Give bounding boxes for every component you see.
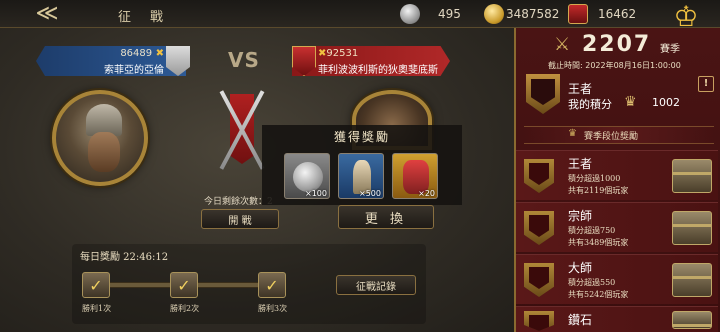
vs-label: VS (228, 48, 260, 72)
reward-item-knight[interactable]: ×20 (392, 153, 438, 199)
my-points: 1002 (652, 96, 680, 109)
tier-requirement: 積分超過750 (568, 226, 616, 235)
season-label: 賽季 (660, 44, 680, 55)
cup-icon: ♛ (568, 128, 577, 139)
check-icon: ✓ (89, 275, 103, 295)
tier-badge-icon (524, 211, 554, 245)
my-points-label: 我的積分 (568, 98, 612, 111)
check-icon: ✓ (177, 275, 191, 295)
popup-title: 獲得獎勵 (333, 130, 390, 144)
check-icon: ✓ (265, 275, 279, 295)
reward-chest-icon[interactable] (672, 263, 712, 297)
tier-row[interactable]: 鑽石 (516, 306, 718, 332)
reward-qty: ×100 (305, 189, 327, 198)
tier-name: 大師 (568, 261, 593, 275)
season-deadline: 截止時間: 2022年08月16日1:00:00 (548, 61, 681, 70)
tier-player-count: 共有5242個玩家 (568, 290, 629, 299)
change-opponent-button[interactable]: 更 換 (338, 205, 434, 229)
reward-chest-icon[interactable] (672, 159, 712, 193)
back-button[interactable]: ≪ (30, 0, 64, 26)
tier-name: 鑽石 (568, 313, 593, 327)
badge-resource: 16462 (568, 3, 636, 25)
reward-chest-icon[interactable] (672, 211, 712, 245)
tier-name: 宗師 (568, 209, 593, 223)
reward-item-silver-coin[interactable]: ×100 (284, 153, 330, 199)
daily-chest-3[interactable]: ✓ (258, 272, 286, 298)
tier-row[interactable]: 大師 積分超過550 共有5242個玩家 (516, 254, 718, 304)
reward-popup: 獲得獎勵 ×100 ×500 ×20 (262, 125, 462, 205)
gold-coin-icon (484, 4, 504, 24)
tier-row[interactable]: 宗師 積分超過750 共有3489個玩家 (516, 202, 718, 252)
current-rank: 王者 (568, 82, 593, 96)
daily-chest-1[interactable]: ✓ (82, 272, 110, 298)
season-points: 2207 (582, 32, 652, 57)
tier-player-count: 共有3489個玩家 (568, 238, 629, 247)
player-right-name: 菲利波波利斯的狄奧斐底斯 (318, 65, 438, 76)
silver-resource: 495 (400, 3, 461, 25)
player-right-score: ✖92531 (318, 48, 359, 59)
face-shape (88, 132, 120, 172)
daily-reward-title: 每日獎勵 22:46:12 (80, 252, 169, 263)
gold-value: 3487582 (506, 7, 560, 21)
back-arrow-icon: ≪ (35, 0, 59, 26)
reward-qty: ×20 (418, 189, 435, 198)
trophy-icon: ♛ (624, 94, 637, 110)
battle-record-button[interactable]: 征戰記錄 (336, 275, 416, 295)
battle-button[interactable]: 開 戰 (201, 209, 279, 229)
reward-item-soldier[interactable]: ×500 (338, 153, 384, 199)
section-title: 賽季段位獎勵 (584, 132, 639, 142)
tier-badge-icon (524, 159, 554, 193)
silver-coin-icon (400, 4, 420, 24)
tier-name: 王者 (568, 157, 593, 171)
player-left-banner: 86489 ✖ 索菲亞的亞倫 (36, 46, 186, 76)
player-left-portrait (52, 90, 148, 186)
tier-player-count: 共有2119個玩家 (568, 186, 629, 195)
tier-requirement: 積分超過1000 (568, 174, 621, 183)
crossed-swords-icon: ✖ (152, 48, 164, 59)
chest-label: 勝利3次 (258, 304, 288, 313)
rank-badge-icon (568, 4, 588, 24)
reward-qty: ×500 (359, 189, 381, 198)
silver-coin-icon (293, 162, 323, 192)
silver-value: 495 (438, 7, 461, 21)
chest-label: 勝利1次 (82, 304, 112, 313)
crossed-swords-icon: ⚔ (554, 34, 571, 55)
player-left-score: 86489 ✖ (120, 48, 164, 59)
daily-chest-2[interactable]: ✓ (170, 272, 198, 298)
page-title: 征 戰 (118, 10, 167, 25)
reward-chest-icon[interactable] (672, 311, 712, 329)
tier-badge-icon (524, 263, 554, 297)
tier-badge-icon (524, 311, 554, 331)
info-button[interactable]: ! (698, 76, 714, 92)
tier-requirement: 積分超過550 (568, 278, 616, 287)
player-left-name: 索菲亞的亞倫 (104, 65, 164, 76)
chest-label: 勝利2次 (170, 304, 200, 313)
badge-value: 16462 (598, 7, 637, 21)
gold-resource: 3487582 (484, 3, 559, 25)
tier-row[interactable]: 王者 積分超過1000 共有2119個玩家 (516, 150, 718, 200)
